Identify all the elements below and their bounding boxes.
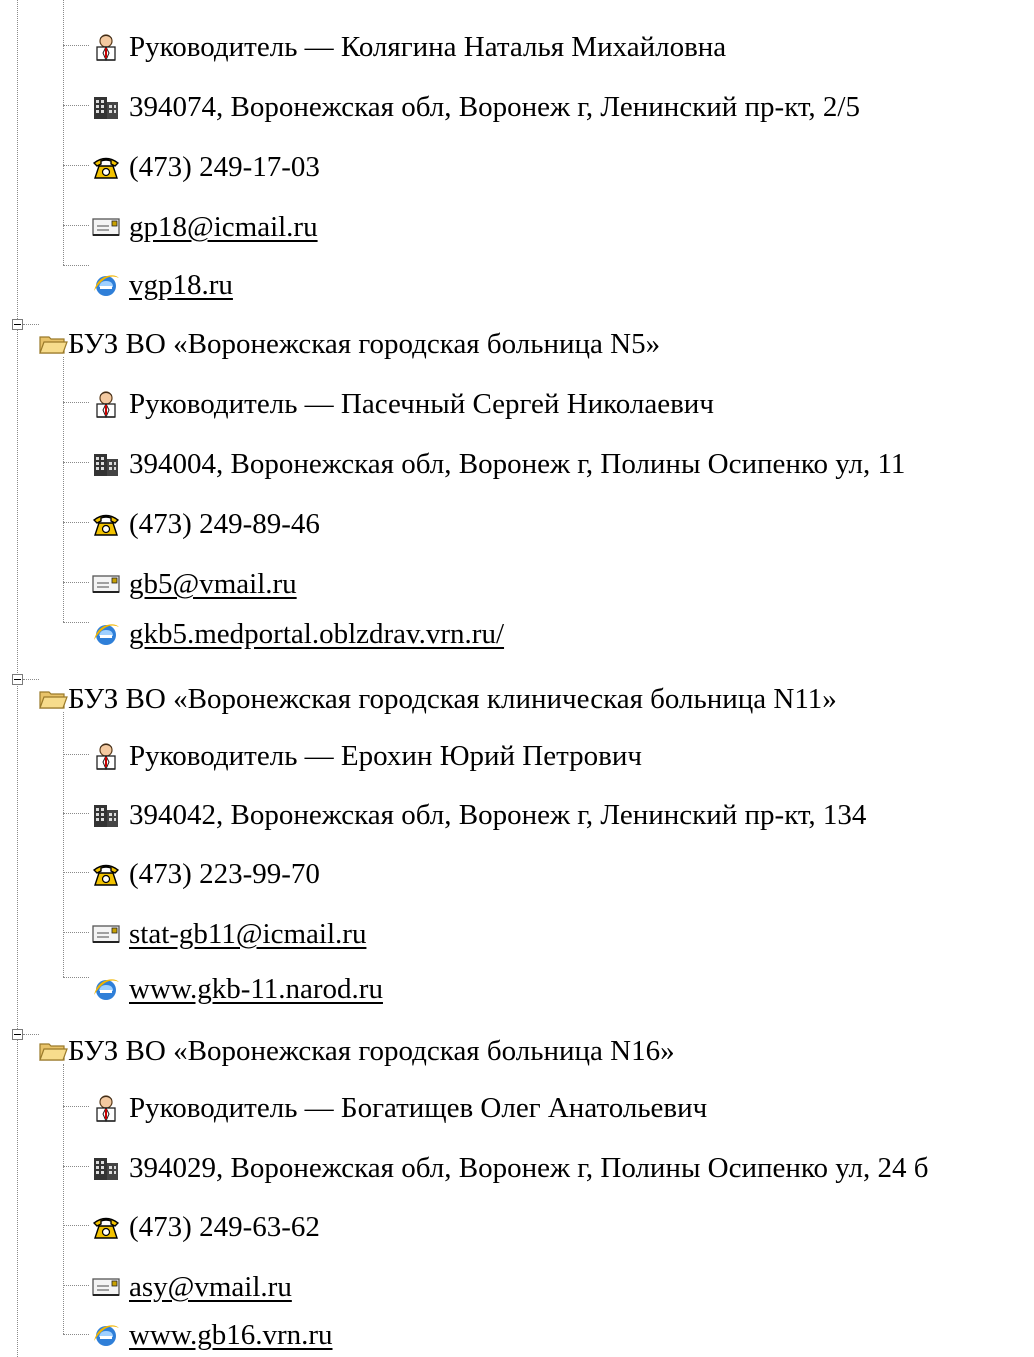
envelope-icon (91, 212, 121, 242)
building-icon (91, 92, 121, 122)
site-link[interactable]: www.gb16.vrn.ru (129, 1315, 333, 1355)
tree-branch-line (63, 977, 89, 978)
tree-item-phone[interactable]: (473) 249-63-62 (91, 1207, 320, 1247)
tree-branch-line (63, 165, 89, 166)
address-text: 394004, Воронежская обл, Воронеж г, Поли… (129, 448, 906, 480)
tree-branch-line (23, 679, 39, 680)
tree-branch-line (63, 1334, 89, 1335)
phone-text: (473) 223-99-70 (129, 858, 320, 890)
tree-branch-line (63, 872, 89, 873)
tree-branch-line (63, 1225, 89, 1226)
email-link[interactable]: asy@vmail.ru (129, 1267, 292, 1307)
tree-branch-line (63, 582, 89, 583)
organization-tree: Руководитель — Колягина Наталья Михайлов… (0, 0, 1034, 1357)
head-name: Руководитель — Пасечный Сергей Николаеви… (129, 388, 714, 420)
tree-branch-line (63, 813, 89, 814)
person-icon (91, 389, 121, 419)
envelope-icon (91, 919, 121, 949)
tree-item-address[interactable]: 394074, Воронежская обл, Воронеж г, Лени… (91, 87, 860, 127)
phone-text: (473) 249-89-46 (129, 508, 320, 540)
tree-item-address[interactable]: 394029, Воронежская обл, Воронеж г, Поли… (91, 1148, 929, 1188)
head-name: Руководитель — Колягина Наталья Михайлов… (129, 31, 727, 63)
tree-branch-line (63, 1106, 89, 1107)
tree-branch-line (63, 105, 89, 106)
address-text: 394042, Воронежская обл, Воронеж г, Лени… (129, 799, 867, 831)
org-name: БУЗ ВО «Воронежская городская больница N… (68, 328, 661, 360)
tree-branch-line (63, 622, 89, 623)
tree-branch-line (23, 1034, 39, 1035)
folder-open-icon (38, 1036, 68, 1066)
org-name: БУЗ ВО «Воронежская городская клиническа… (68, 683, 837, 715)
tree-item-site[interactable]: www.gkb-11.narod.ru (91, 969, 383, 1009)
head-name: Руководитель — Ерохин Юрий Петрович (129, 740, 642, 772)
collapse-box-icon[interactable] (12, 674, 23, 685)
person-icon (91, 741, 121, 771)
tree-item-head[interactable]: Руководитель — Колягина Наталья Михайлов… (91, 27, 726, 67)
person-icon (91, 1093, 121, 1123)
building-icon (91, 800, 121, 830)
tree-item-phone[interactable]: (473) 223-99-70 (91, 854, 320, 894)
folder-open-icon (38, 329, 68, 359)
envelope-icon (91, 569, 121, 599)
site-link[interactable]: vgp18.ru (129, 265, 233, 305)
address-text: 394074, Воронежская обл, Воронеж г, Лени… (129, 91, 860, 123)
tree-guide-line (63, 1064, 64, 1334)
tree-item-head[interactable]: Руководитель — Богатищев Олег Анатольеви… (91, 1088, 707, 1128)
tree-branch-line (63, 402, 89, 403)
tree-item-site[interactable]: gkb5.medportal.oblzdrav.vrn.ru/ (91, 614, 504, 654)
site-link[interactable]: www.gkb-11.narod.ru (129, 969, 383, 1009)
phone-icon (91, 152, 121, 182)
tree-branch-line (63, 462, 89, 463)
tree-branch-line (63, 265, 89, 266)
head-name: Руководитель — Богатищев Олег Анатольеви… (129, 1092, 708, 1124)
phone-text: (473) 249-63-62 (129, 1211, 320, 1243)
tree-branch-line (63, 45, 89, 46)
building-icon (91, 449, 121, 479)
phone-text: (473) 249-17-03 (129, 151, 320, 183)
collapse-box-icon[interactable] (12, 1029, 23, 1040)
tree-node-org[interactable]: БУЗ ВО «Воронежская городская больница N… (38, 324, 660, 364)
tree-item-address[interactable]: 394042, Воронежская обл, Воронеж г, Лени… (91, 795, 866, 835)
tree-branch-line (63, 754, 89, 755)
collapse-box-icon[interactable] (12, 319, 23, 330)
tree-item-head[interactable]: Руководитель — Пасечный Сергей Николаеви… (91, 384, 714, 424)
ie-globe-icon (91, 619, 121, 649)
tree-item-email[interactable]: gb5@vmail.ru (91, 564, 297, 604)
tree-item-site[interactable]: vgp18.ru (91, 265, 233, 305)
tree-item-email[interactable]: gp18@icmail.ru (91, 207, 318, 247)
tree-item-email[interactable]: asy@vmail.ru (91, 1267, 292, 1307)
org-name: БУЗ ВО «Воронежская городская больница N… (68, 1035, 675, 1067)
tree-node-org[interactable]: БУЗ ВО «Воронежская городская больница N… (38, 1031, 675, 1071)
tree-item-address[interactable]: 394004, Воронежская обл, Воронеж г, Поли… (91, 444, 905, 484)
address-text: 394029, Воронежская обл, Воронеж г, Поли… (129, 1152, 929, 1184)
tree-branch-line (63, 225, 89, 226)
site-link[interactable]: gkb5.medportal.oblzdrav.vrn.ru/ (129, 614, 504, 654)
tree-branch-line (63, 932, 89, 933)
ie-globe-icon (91, 974, 121, 1004)
tree-branch-line (63, 522, 89, 523)
tree-guide-line (63, 712, 64, 977)
folder-open-icon (38, 684, 68, 714)
email-link[interactable]: gb5@vmail.ru (129, 564, 297, 604)
tree-item-phone[interactable]: (473) 249-89-46 (91, 504, 320, 544)
ie-globe-icon (91, 270, 121, 300)
email-link[interactable]: gp18@icmail.ru (129, 207, 318, 247)
envelope-icon (91, 1272, 121, 1302)
tree-item-phone[interactable]: (473) 249-17-03 (91, 147, 320, 187)
phone-icon (91, 859, 121, 889)
tree-item-site[interactable]: www.gb16.vrn.ru (91, 1315, 333, 1355)
ie-globe-icon (91, 1320, 121, 1350)
phone-icon (91, 509, 121, 539)
tree-branch-line (23, 324, 39, 325)
phone-icon (91, 1212, 121, 1242)
person-icon (91, 32, 121, 62)
tree-item-head[interactable]: Руководитель — Ерохин Юрий Петрович (91, 736, 642, 776)
tree-branch-line (63, 1166, 89, 1167)
tree-branch-line (63, 1285, 89, 1286)
tree-node-org[interactable]: БУЗ ВО «Воронежская городская клиническа… (38, 679, 837, 719)
building-icon (91, 1153, 121, 1183)
tree-item-email[interactable]: stat-gb11@icmail.ru (91, 914, 366, 954)
email-link[interactable]: stat-gb11@icmail.ru (129, 914, 366, 954)
